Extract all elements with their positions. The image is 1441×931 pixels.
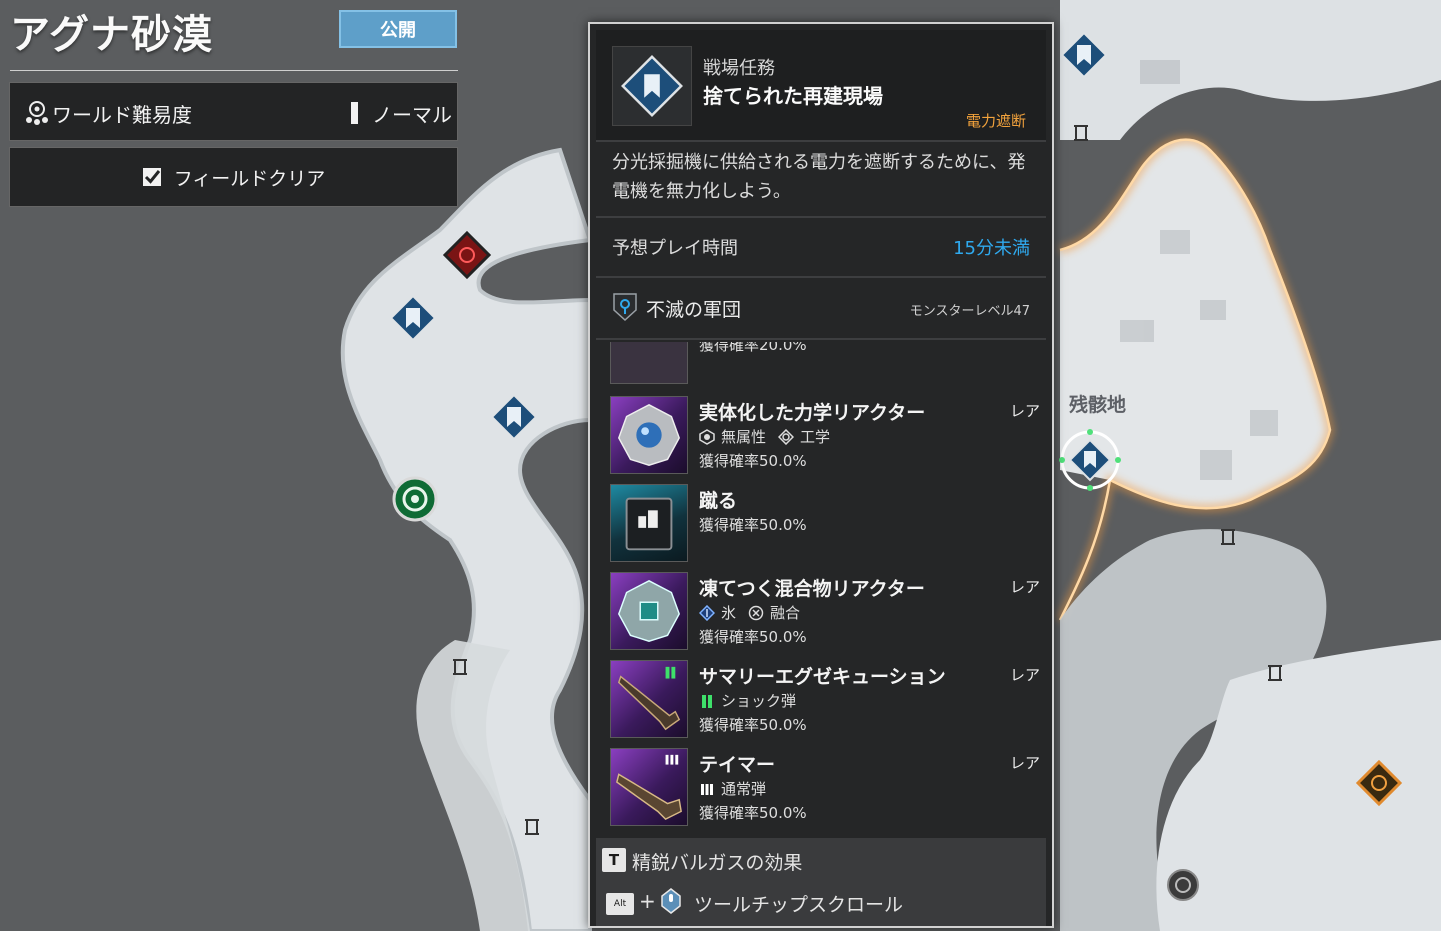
shock-ammo-icon bbox=[702, 694, 712, 708]
tooltip-scroll-label: ツールチップスクロール bbox=[694, 894, 904, 916]
reward-attribute-2: 融合 bbox=[770, 604, 801, 622]
reward-name: サマリーエグゼキューション bbox=[699, 666, 946, 688]
reward-item[interactable]: 蹴る 獲得確率50.0% bbox=[610, 484, 1040, 564]
reward-rarity: レア bbox=[1009, 578, 1040, 596]
field-clear-label: フィールドクリア bbox=[173, 167, 326, 190]
reward-drop-rate: 獲得確率50.0% bbox=[699, 804, 807, 822]
play-time-label: 予想プレイ時間 bbox=[612, 238, 738, 259]
mission-description: 分光採掘機に供給される電力を遮断するために、発電機を無力化しよう。 bbox=[612, 152, 1026, 202]
fusion-icon bbox=[748, 605, 764, 620]
key-t[interactable]: T bbox=[602, 848, 626, 872]
reward-name: テイマー bbox=[699, 754, 776, 776]
reward-item[interactable]: テイマー レア 通常弾 獲得確率50.0% bbox=[610, 748, 1040, 828]
tech-icon bbox=[778, 428, 795, 445]
reward-drop-rate: 獲得確率50.0% bbox=[699, 516, 807, 534]
reward-attribute-1: ショック弾 bbox=[721, 692, 797, 710]
monster-level: モンスターレベル47 bbox=[909, 304, 1030, 319]
divider bbox=[596, 276, 1046, 278]
reward-attributes: 氷 融合 bbox=[699, 602, 800, 623]
reward-attributes: 通常弾 bbox=[699, 778, 766, 799]
public-button[interactable]: 公開 bbox=[339, 10, 457, 48]
reward-rarity: レア bbox=[1009, 666, 1040, 684]
reward-name: 蹴る bbox=[699, 490, 738, 512]
vault-marker-icon[interactable] bbox=[392, 476, 438, 522]
reactor-thumbnail bbox=[610, 572, 688, 650]
reward-item[interactable]: 実体化した力学リアクター レア 無属性 工学 獲得確率50.0% bbox=[610, 396, 1040, 476]
reward-attribute-1: 無属性 bbox=[721, 428, 767, 446]
outpost-marker-icon[interactable] bbox=[1167, 869, 1199, 901]
plus-sign: + bbox=[639, 889, 656, 913]
map-location-label: 残骸地 bbox=[1069, 394, 1127, 416]
non-attribute-icon bbox=[699, 428, 715, 445]
difficulty-gear-icon bbox=[26, 101, 48, 125]
mission-objective-tag: 電力遮断 bbox=[965, 112, 1026, 130]
mission-header: 戦場任務 捨てられた再建現場 電力遮断 bbox=[596, 30, 1046, 140]
reward-drop-rate: 獲得確率50.0% bbox=[699, 452, 807, 470]
reward-attribute-1: 通常弾 bbox=[721, 780, 767, 798]
reward-drop-rate: 獲得確率50.0% bbox=[699, 716, 807, 734]
divider bbox=[596, 140, 1046, 142]
ice-icon bbox=[699, 604, 715, 621]
region-title: アグナ砂漠 bbox=[10, 12, 213, 58]
reward-name: 実体化した力学リアクター bbox=[699, 402, 926, 424]
reactor-thumbnail bbox=[610, 396, 688, 474]
reward-name: 凍てつく混合物リアクター bbox=[699, 578, 925, 600]
title-divider bbox=[10, 70, 458, 71]
skill-module-thumbnail bbox=[610, 484, 688, 562]
elite-vulgus-effect-label[interactable]: 精鋭バルガスの効果 bbox=[632, 848, 802, 875]
checkbox-checked-icon bbox=[142, 168, 161, 186]
divider bbox=[596, 338, 1046, 340]
reward-attribute-1: 氷 bbox=[721, 604, 737, 622]
reward-list[interactable]: 獲得確率20.0% 実体化した力学リアクター レア 無属性 工学 獲得確率50.… bbox=[596, 342, 1046, 838]
reward-attribute-2: 工学 bbox=[800, 428, 831, 446]
difficulty-level-bar bbox=[351, 102, 358, 124]
reward-item[interactable]: 獲得確率20.0% bbox=[610, 342, 1040, 386]
weapon-thumbnail bbox=[610, 660, 688, 738]
reward-rarity: レア bbox=[1009, 754, 1040, 772]
mission-tooltip-card[interactable]: 戦場任務 捨てられた再建現場 電力遮断 分光採掘機に供給される電力を遮断するため… bbox=[588, 22, 1054, 928]
reward-attributes: 無属性 工学 bbox=[699, 426, 830, 447]
normal-ammo-icon bbox=[701, 783, 713, 795]
mission-type-icon bbox=[612, 46, 692, 126]
weapon-thumbnail bbox=[610, 748, 688, 826]
reward-item[interactable]: 凍てつく混合物リアクター レア 氷 融合 獲得確率50.0% bbox=[610, 572, 1040, 652]
difficulty-value: ノーマル bbox=[372, 103, 452, 127]
reward-thumbnail bbox=[610, 342, 688, 384]
reward-drop-rate: 獲得確率20.0% bbox=[699, 342, 807, 354]
key-alt: Alt bbox=[606, 893, 634, 915]
mission-name: 捨てられた再建現場 bbox=[703, 84, 883, 108]
reward-item[interactable]: サマリーエグゼキューション レア ショック弾 獲得確率50.0% bbox=[610, 660, 1040, 740]
faction-icon bbox=[613, 293, 637, 322]
mouse-scroll-icon bbox=[661, 888, 681, 914]
divider bbox=[596, 216, 1046, 218]
reward-attributes: ショック弾 bbox=[699, 690, 796, 711]
reward-drop-rate: 獲得確率50.0% bbox=[699, 628, 807, 646]
world-difficulty-selector[interactable]: ワールド難易度 ノーマル bbox=[9, 82, 458, 141]
field-clear-toggle[interactable]: フィールドクリア bbox=[9, 147, 458, 207]
play-time-value: 15分未満 bbox=[953, 238, 1030, 259]
tooltip-footer: T 精鋭バルガスの効果 Alt + ツールチップスクロール bbox=[596, 838, 1046, 926]
reward-rarity: レア bbox=[1009, 402, 1040, 420]
difficulty-label: ワールド難易度 bbox=[52, 103, 192, 127]
mission-type-label: 戦場任務 bbox=[703, 58, 775, 79]
faction-name: 不滅の軍団 bbox=[646, 299, 742, 321]
